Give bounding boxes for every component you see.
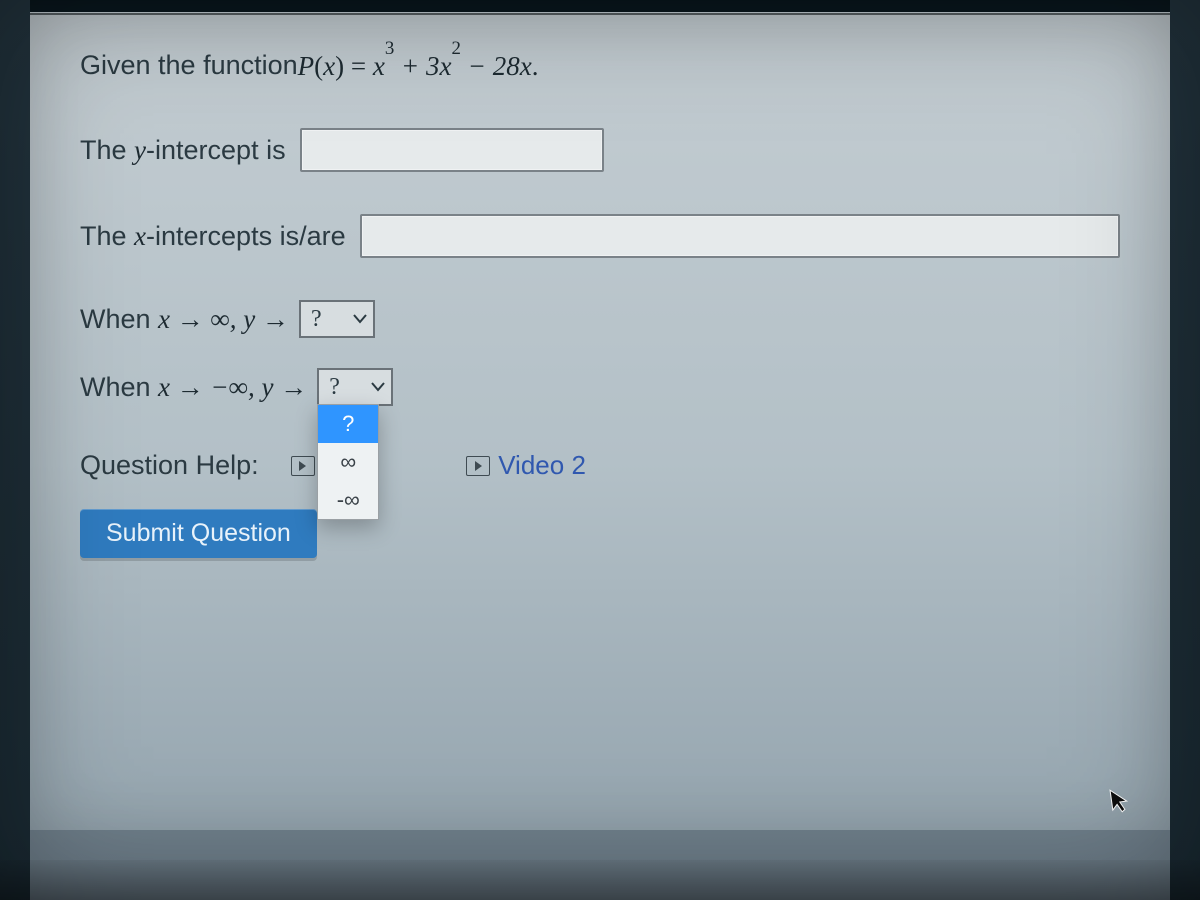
xint-var: x — [134, 221, 146, 251]
yint-var: y — [134, 135, 146, 165]
screen-right-edge — [1170, 0, 1200, 900]
limit-pos-select-value: ? — [311, 306, 322, 333]
prompt-prefix: Given the function — [80, 50, 298, 81]
question-help-label: Question Help: — [80, 450, 259, 481]
play-icon — [291, 456, 315, 476]
limit-pos-select[interactable]: ? — [299, 300, 375, 338]
limit-pos-row: When x → ∞, y → ? — [80, 300, 1120, 338]
yint-suffix: -intercept is — [146, 135, 286, 165]
yint-label: The y-intercept is — [80, 135, 286, 166]
dropdown-option-infinity[interactable]: ∞ — [318, 443, 378, 481]
limit-neg-label: When x → −∞, y → — [80, 372, 307, 403]
submit-label: Submit Question — [106, 519, 291, 547]
xint-prefix: The — [80, 221, 134, 251]
limit-pos-label: When x → ∞, y → — [80, 304, 289, 335]
question-help-row: Question Help: Vide Video 2 — [80, 450, 1120, 481]
chevron-down-icon — [371, 382, 385, 392]
limit-pos-expr: x → ∞, y → — [158, 304, 289, 334]
limit-pos-prefix: When — [80, 304, 158, 334]
yint-prefix: The — [80, 135, 134, 165]
limit-neg-row: When x → −∞, y → ? ? ∞ -∞ — [80, 368, 1120, 406]
equals-sign: = — [344, 51, 373, 81]
screen-left-edge — [0, 0, 30, 900]
limit-neg-select[interactable]: ? ? ∞ -∞ — [317, 368, 393, 406]
chevron-down-icon — [353, 314, 367, 324]
dropdown-option-question[interactable]: ? — [318, 405, 378, 443]
y-intercept-input[interactable] — [300, 128, 604, 172]
x-intercepts-input[interactable] — [360, 214, 1120, 258]
submit-question-button[interactable]: Submit Question — [80, 509, 317, 558]
func-arg: x — [323, 51, 335, 81]
xint-label: The x-intercepts is/are — [80, 221, 346, 252]
screen-bottom-edge — [0, 860, 1200, 900]
function-expression: P(x) = x3 + 3x2 − 28x. — [298, 49, 539, 82]
divider-top — [30, 13, 1170, 15]
screen-top-edge — [0, 0, 1200, 12]
func-name: P — [298, 51, 315, 81]
video2-label: Video 2 — [498, 450, 586, 481]
limit-neg-prefix: When — [80, 372, 158, 402]
prompt-row: Given the function P(x) = x3 + 3x2 − 28x… — [80, 49, 1120, 82]
x-intercepts-row: The x-intercepts is/are — [80, 214, 1120, 258]
dropdown-option-neg-infinity[interactable]: -∞ — [318, 481, 378, 519]
xint-suffix: -intercepts is/are — [146, 221, 346, 251]
question-content: Given the function P(x) = x3 + 3x2 − 28x… — [30, 13, 1170, 558]
play-icon — [466, 456, 490, 476]
limit-neg-expr: x → −∞, y → — [158, 372, 307, 402]
limit-neg-dropdown: ? ∞ -∞ — [317, 404, 379, 520]
y-intercept-row: The y-intercept is — [80, 128, 1120, 172]
period: . — [532, 51, 539, 81]
polynomial-terms: x3 + 3x2 − 28x — [373, 51, 532, 81]
question-panel: Given the function P(x) = x3 + 3x2 − 28x… — [30, 12, 1170, 830]
video2-link[interactable]: Video 2 — [466, 450, 586, 481]
limit-neg-select-value: ? — [329, 374, 340, 401]
